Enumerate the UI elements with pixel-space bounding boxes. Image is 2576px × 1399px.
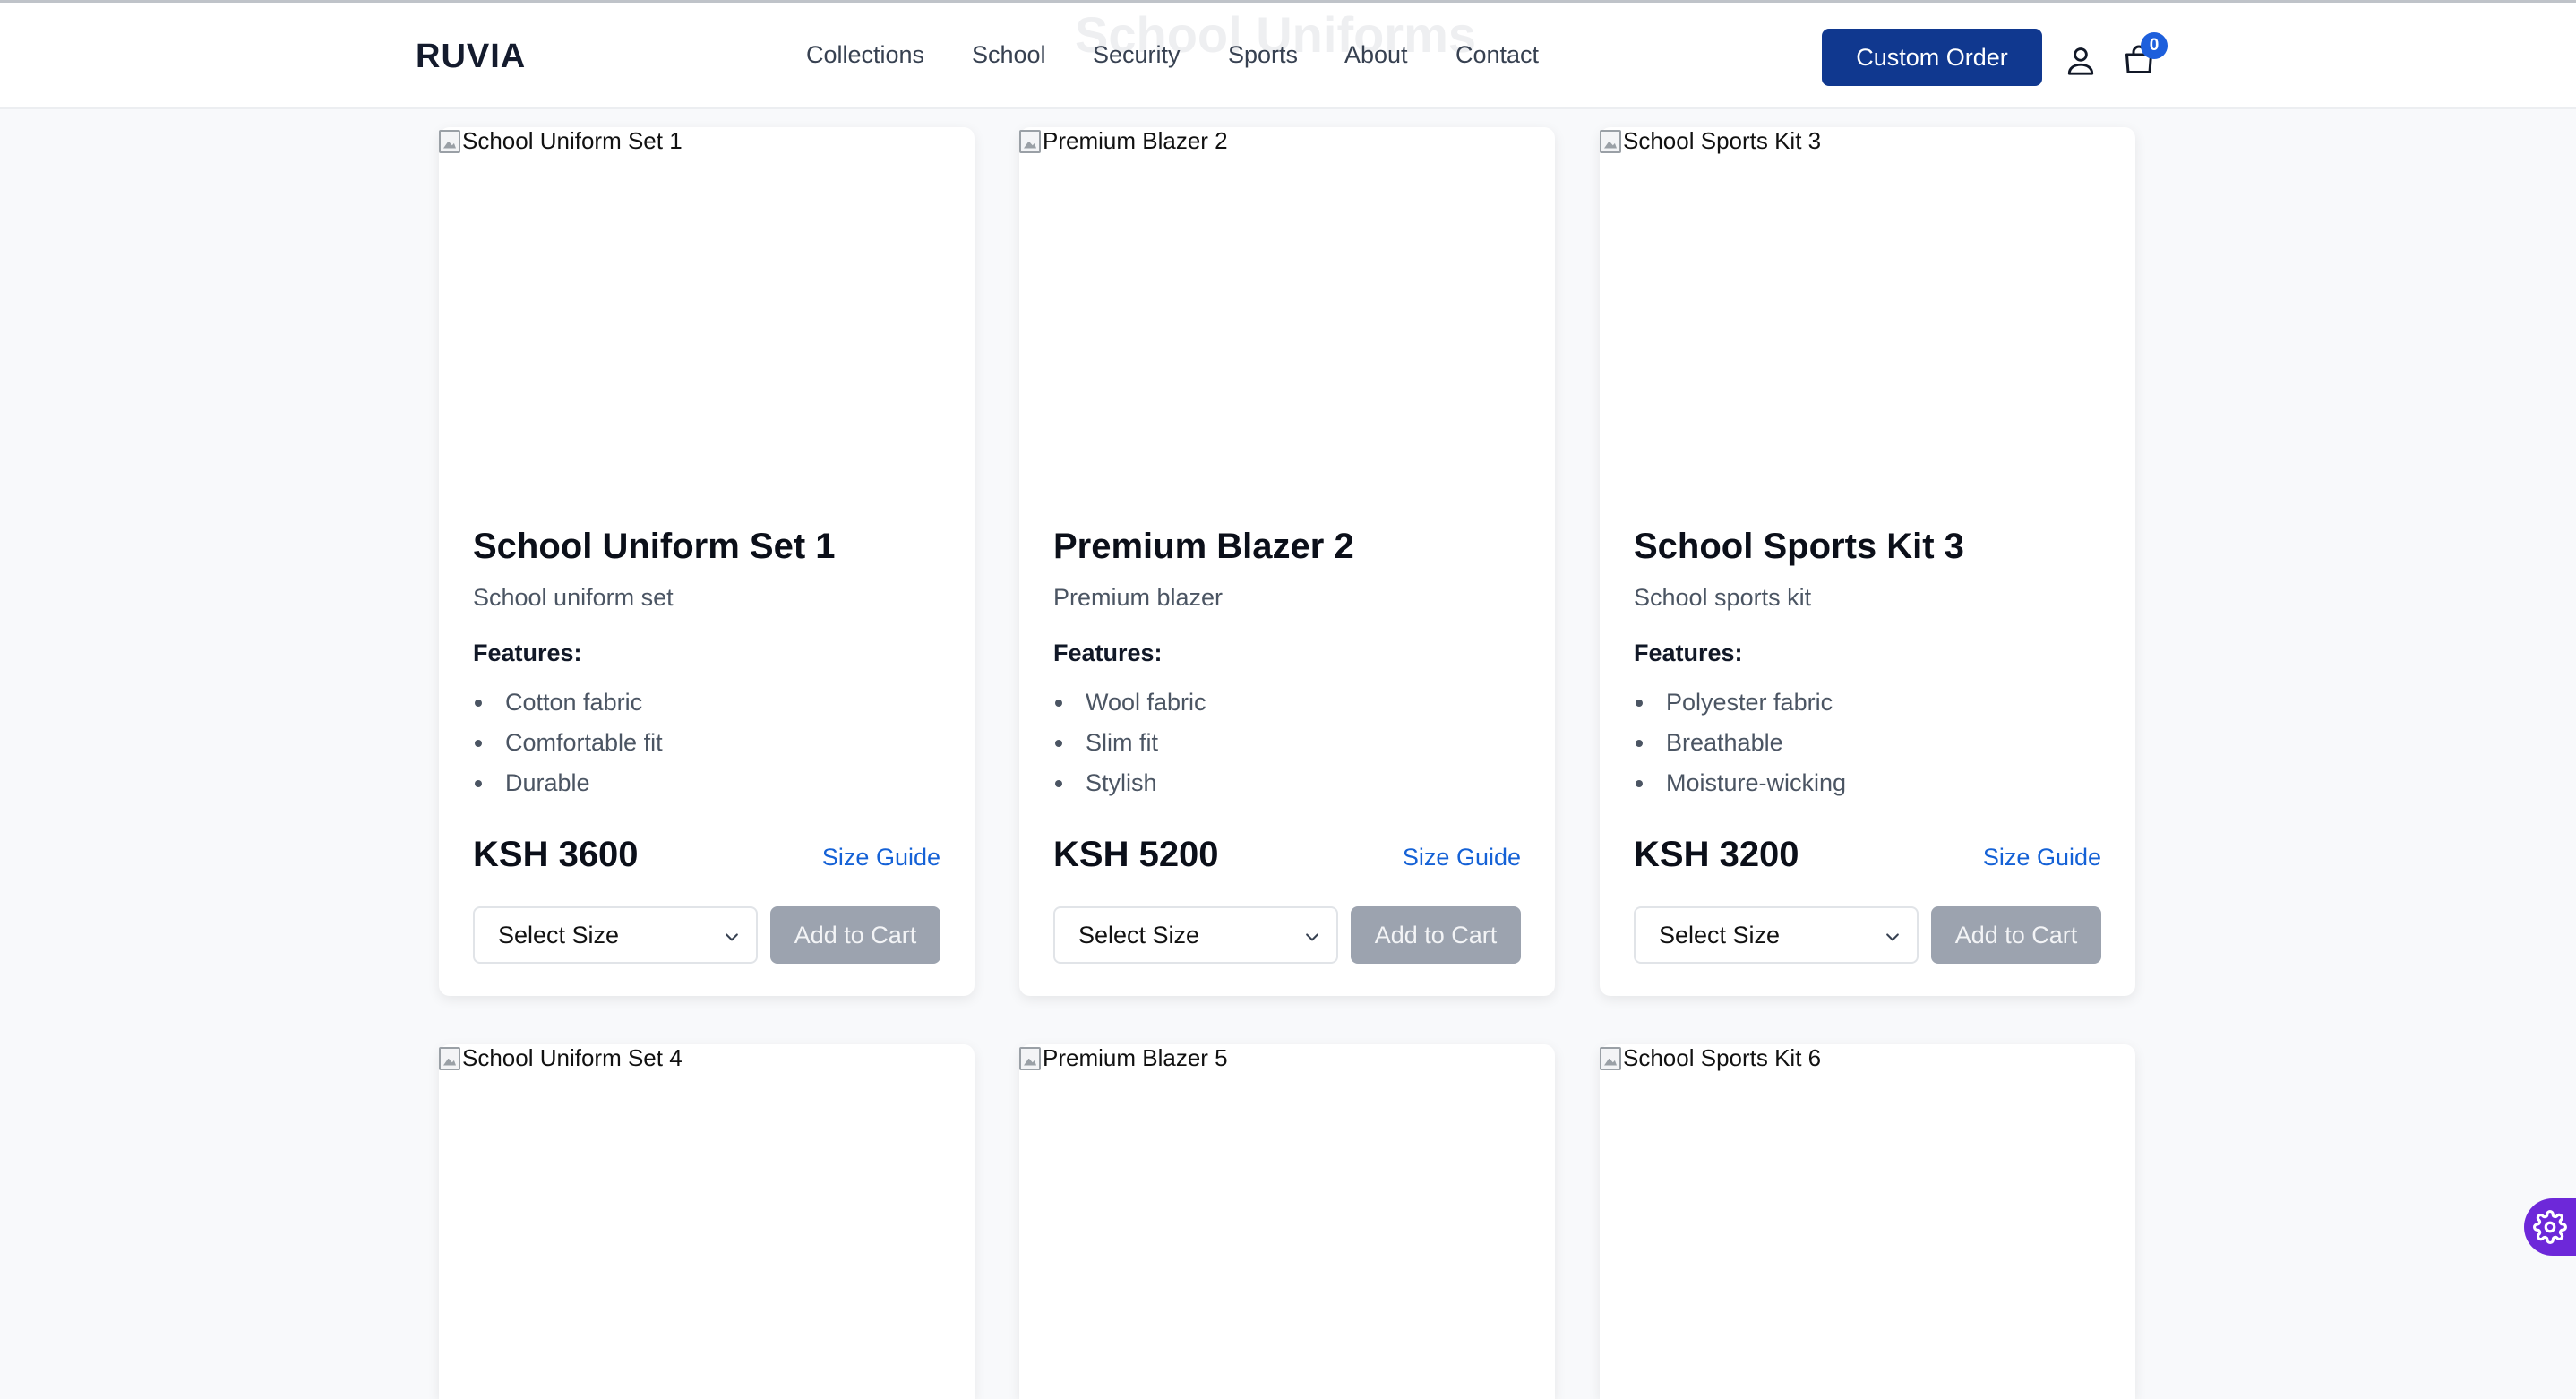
site-header: School Uniforms RUVIA Collections School… xyxy=(0,5,2576,109)
size-select[interactable]: Select Size xyxy=(1634,906,1919,964)
cart-count-badge: 0 xyxy=(2141,32,2168,59)
nav-about[interactable]: About xyxy=(1344,41,1408,69)
features-list: Wool fabric Slim fit Stylish xyxy=(1053,682,1206,803)
broken-image-icon xyxy=(439,129,460,153)
product-image: Premium Blazer 2 xyxy=(1019,127,1228,155)
chevron-down-icon xyxy=(1886,933,1899,941)
features-heading: Features: xyxy=(1053,639,1163,666)
bullet-icon xyxy=(475,779,482,787)
chevron-down-icon xyxy=(726,933,738,941)
settings-widget-button[interactable] xyxy=(2524,1198,2576,1256)
logo[interactable]: RUVIA xyxy=(416,38,526,76)
features-list: Cotton fabric Comfortable fit Durable xyxy=(473,682,663,803)
product-image: School Uniform Set 1 xyxy=(439,127,683,155)
feature-item: Wool fabric xyxy=(1053,682,1206,723)
broken-image-icon xyxy=(1019,129,1041,153)
main-nav: Collections School Security Sports About… xyxy=(806,41,1539,69)
size-select[interactable]: Select Size xyxy=(1053,906,1338,964)
product-description: School uniform set xyxy=(473,584,674,611)
feature-item: Durable xyxy=(473,763,663,803)
nav-collections[interactable]: Collections xyxy=(806,41,924,69)
product-card: Premium Blazer 2 Premium Blazer 2 Premiu… xyxy=(1019,127,1555,996)
feature-item: Breathable xyxy=(1634,723,1846,763)
add-to-cart-button[interactable]: Add to Cart xyxy=(1351,906,1521,964)
broken-image-icon xyxy=(1600,129,1621,153)
bullet-icon xyxy=(1636,739,1643,747)
size-guide-link[interactable]: Size Guide xyxy=(1983,844,2101,871)
product-title: School Uniform Set 1 xyxy=(473,527,836,566)
custom-order-button[interactable]: Custom Order xyxy=(1822,29,2042,86)
product-image: School Sports Kit 3 xyxy=(1600,127,1821,155)
product-card: School Uniform Set 1 School Uniform Set … xyxy=(439,127,975,996)
feature-item: Stylish xyxy=(1053,763,1206,803)
product-card: School Sports Kit 3 School Sports Kit 3 … xyxy=(1600,127,2135,996)
features-list: Polyester fabric Breathable Moisture-wic… xyxy=(1634,682,1846,803)
nav-school[interactable]: School xyxy=(972,41,1046,69)
product-card: School Sports Kit 6 xyxy=(1600,1044,2135,1399)
product-price: KSH 3200 xyxy=(1634,835,1799,874)
product-description: Premium blazer xyxy=(1053,584,1224,611)
features-heading: Features: xyxy=(473,639,582,666)
bullet-icon xyxy=(1055,739,1062,747)
feature-item: Polyester fabric xyxy=(1634,682,1846,723)
broken-image-icon xyxy=(439,1046,460,1070)
size-guide-link[interactable]: Size Guide xyxy=(822,844,940,871)
bullet-icon xyxy=(1636,699,1643,707)
nav-contact[interactable]: Contact xyxy=(1455,41,1539,69)
bullet-icon xyxy=(1055,699,1062,707)
product-title: Premium Blazer 2 xyxy=(1053,527,1354,566)
product-image: Premium Blazer 5 xyxy=(1019,1044,1228,1072)
feature-item: Moisture-wicking xyxy=(1634,763,1846,803)
nav-security[interactable]: Security xyxy=(1093,41,1181,69)
add-to-cart-button[interactable]: Add to Cart xyxy=(770,906,940,964)
feature-item: Slim fit xyxy=(1053,723,1206,763)
gear-icon xyxy=(2533,1210,2567,1244)
chevron-down-icon xyxy=(1306,933,1318,941)
product-image: School Sports Kit 6 xyxy=(1600,1044,1821,1072)
product-card: Premium Blazer 5 xyxy=(1019,1044,1555,1399)
add-to-cart-button[interactable]: Add to Cart xyxy=(1931,906,2101,964)
nav-sports[interactable]: Sports xyxy=(1228,41,1298,69)
product-title: School Sports Kit 3 xyxy=(1634,527,1964,566)
product-image: School Uniform Set 4 xyxy=(439,1044,683,1072)
bullet-icon xyxy=(475,739,482,747)
product-price: KSH 5200 xyxy=(1053,835,1219,874)
bullet-icon xyxy=(1636,779,1643,787)
features-heading: Features: xyxy=(1634,639,1743,666)
broken-image-icon xyxy=(1019,1046,1041,1070)
broken-image-icon xyxy=(1600,1046,1621,1070)
bullet-icon xyxy=(1055,779,1062,787)
product-card: School Uniform Set 4 xyxy=(439,1044,975,1399)
feature-item: Cotton fabric xyxy=(473,682,663,723)
product-price: KSH 3600 xyxy=(473,835,639,874)
user-icon[interactable] xyxy=(2065,45,2096,77)
size-guide-link[interactable]: Size Guide xyxy=(1403,844,1521,871)
size-select[interactable]: Select Size xyxy=(473,906,758,964)
feature-item: Comfortable fit xyxy=(473,723,663,763)
bullet-icon xyxy=(475,699,482,707)
product-description: School sports kit xyxy=(1634,584,1812,611)
